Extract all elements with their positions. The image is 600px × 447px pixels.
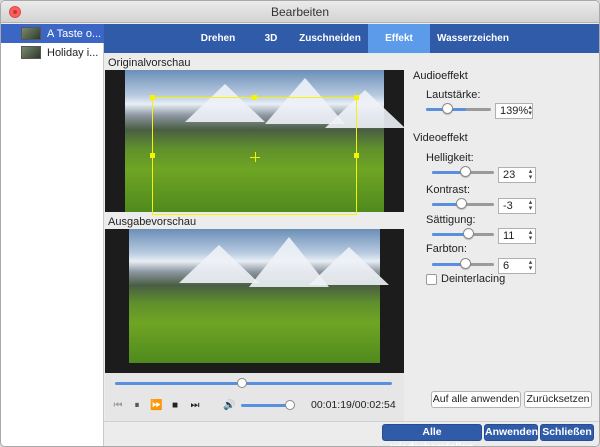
contrast-handle[interactable] — [456, 198, 467, 209]
file-list-item[interactable]: A Taste o... — [1, 24, 104, 43]
reset-button[interactable]: Zurücksetzen — [524, 391, 592, 408]
volume-handle[interactable] — [285, 400, 295, 410]
skip-forward-icon[interactable]: ⏭ — [189, 400, 201, 412]
seek-bar[interactable] — [115, 382, 392, 385]
skip-back-icon[interactable]: ⏮ — [112, 400, 124, 412]
audio-section-title: Audioeffekt — [413, 70, 468, 82]
fast-forward-icon[interactable]: ⏩ — [150, 400, 162, 412]
deinterlacing-checkbox[interactable] — [426, 274, 437, 285]
hue-label: Farbton: — [426, 243, 467, 255]
apply-button[interactable]: Anwenden — [484, 424, 538, 441]
deinterlacing-label: Deinterlacing — [441, 273, 506, 285]
apply-all-button[interactable]: Auf alle anwenden — [431, 391, 521, 408]
saturation-label: Sättigung: — [426, 214, 476, 226]
crop-handle[interactable] — [354, 153, 359, 158]
volume-label: Lautstärke: — [426, 89, 481, 101]
file-name: Holiday i... — [47, 46, 99, 59]
contrast-stepper[interactable]: -3 ▴ ▾ — [498, 198, 536, 214]
player-controls — [105, 373, 404, 421]
brightness-handle[interactable] — [460, 166, 471, 177]
title-bar: Bearbeiten — [1, 1, 599, 23]
timecode: 00:01:19/00:02:54 — [311, 399, 396, 411]
edit-window: Bearbeiten A Taste o... Holiday i... Dre… — [0, 0, 600, 447]
volume-icon[interactable]: 🔊 — [223, 400, 235, 412]
stop-icon[interactable]: ■ — [169, 400, 181, 412]
crop-handle[interactable] — [150, 95, 155, 100]
tab-watermark[interactable]: Wasserzeichen — [432, 24, 514, 53]
output-preview — [105, 229, 404, 373]
crop-center-icon — [255, 152, 256, 162]
crop-handle[interactable] — [150, 153, 155, 158]
output-preview-label: Ausgabevorschau — [108, 216, 197, 228]
saturation-handle[interactable] — [463, 228, 474, 239]
window-title: Bearbeiten — [270, 5, 330, 19]
restore-all-button[interactable]: Alle wiederherstellen — [382, 424, 482, 446]
tab-effect[interactable]: Effekt — [368, 24, 430, 53]
tab-bar: Drehen 3D Zuschneiden Effekt Wasserzeich… — [104, 24, 599, 53]
file-list: A Taste o... Holiday i... — [1, 24, 104, 446]
pause-icon[interactable]: ⏸ — [131, 400, 143, 412]
audio-volume-handle[interactable] — [442, 103, 453, 114]
hue-stepper[interactable]: 6 ▴ ▾ — [498, 258, 536, 274]
brightness-label: Helligkeit: — [426, 152, 474, 164]
contrast-label: Kontrast: — [426, 184, 471, 196]
crop-handle[interactable] — [252, 95, 257, 100]
audio-volume-slider[interactable] — [426, 108, 491, 111]
video-thumbnail — [21, 27, 41, 40]
crop-handle[interactable] — [354, 95, 359, 100]
file-name: A Taste o... — [47, 27, 102, 40]
hue-handle[interactable] — [460, 258, 471, 269]
saturation-stepper[interactable]: 11 ▴ ▾ — [498, 228, 536, 244]
close-button[interactable]: Schließen — [540, 424, 594, 441]
tab-3d[interactable]: 3D — [256, 24, 286, 53]
close-window-icon[interactable] — [9, 6, 21, 18]
audio-volume-stepper[interactable]: 139% ▴ ▾ — [495, 103, 533, 119]
video-thumbnail — [21, 46, 41, 59]
output-video-image — [129, 229, 389, 363]
tab-rotate[interactable]: Drehen — [192, 24, 244, 53]
tab-crop[interactable]: Zuschneiden — [294, 24, 366, 53]
file-list-item[interactable]: Holiday i... — [1, 43, 104, 62]
original-preview-label: Originalvorschau — [108, 57, 191, 69]
video-section-title: Videoeffekt — [413, 132, 468, 144]
brightness-stepper[interactable]: 23 ▴ ▾ — [498, 167, 536, 183]
